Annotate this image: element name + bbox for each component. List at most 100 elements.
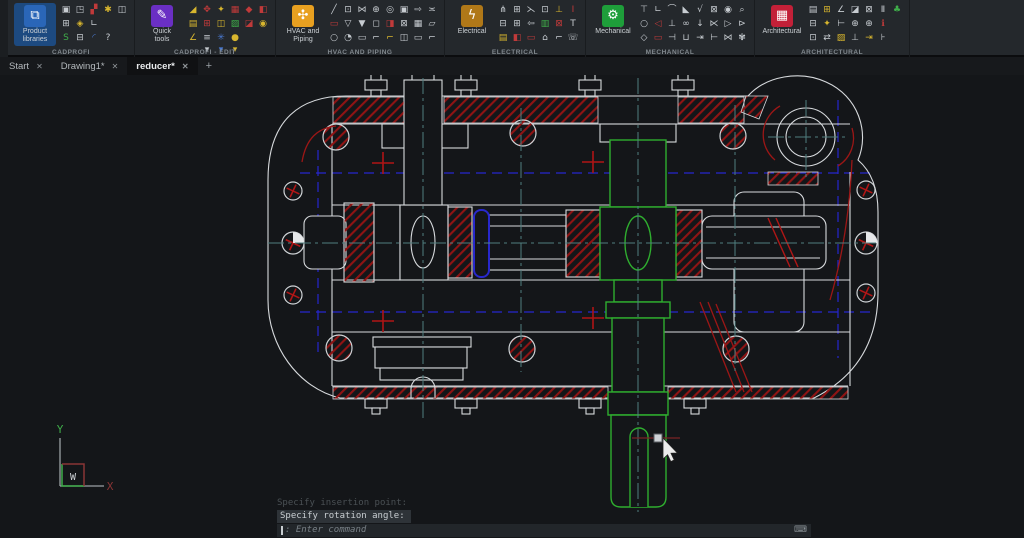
mechanical-tool-1-6[interactable]: ▷ [722, 18, 734, 30]
mechanical-tool-0-5[interactable]: ⊠ [708, 4, 720, 16]
cadprofi-tool-0-1[interactable]: ◳ [74, 4, 86, 16]
electrical-tool-0-5[interactable]: Ⅰ [567, 4, 579, 16]
electrical-tool-2-4[interactable]: ⌐ [553, 32, 565, 44]
architectural-tool-0-2[interactable]: ∠ [835, 4, 847, 16]
architectural-tool-2-0[interactable]: ⊡ [807, 32, 819, 44]
hvac-and-piping-tool-0-3[interactable]: ⊕ [370, 4, 382, 16]
mechanical-tool-2-4[interactable]: ⇥ [694, 32, 706, 44]
cadprofi-edit-tool-0-3[interactable]: ▦ [229, 4, 241, 16]
hvac-and-piping-tool-2-3[interactable]: ⌐ [370, 32, 382, 44]
electrical-tool-1-2[interactable]: ⇦ [525, 18, 537, 30]
architectural-tool-1-3[interactable]: ⊕ [849, 18, 861, 30]
hvac-and-piping-tool-1-0[interactable]: ▭ [328, 18, 340, 30]
mechanical-tool-2-6[interactable]: ⋈ [722, 32, 734, 44]
cadprofi-tool-1-1[interactable]: ◈ [74, 18, 86, 30]
cadprofi-edit-tool-0-5[interactable]: ◧ [257, 4, 269, 16]
electrical-tool-1-4[interactable]: ⊠ [553, 18, 565, 30]
grip-point[interactable] [654, 434, 662, 442]
architectural-tool-0-5[interactable]: Ⅱ [877, 4, 889, 16]
mechanical-tool-1-3[interactable]: ∞ [680, 18, 692, 30]
electrical-tool-0-4[interactable]: ⊥ [553, 4, 565, 16]
hvac-and-piping-tool-2-2[interactable]: ▭ [356, 32, 368, 44]
architectural-tool-2-1[interactable]: ⇄ [821, 32, 833, 44]
electrical-tool-2-3[interactable]: ⌂ [539, 32, 551, 44]
cadprofi-edit-tool-1-4[interactable]: ◪ [243, 18, 255, 30]
mechanical-tool-2-2[interactable]: ⊣ [666, 32, 678, 44]
hvac-and-piping-tool-0-2[interactable]: ⋈ [356, 4, 368, 16]
mechanical-tool-1-0[interactable]: ○ [638, 18, 650, 30]
architectural-tool-2-4[interactable]: ⇥ [863, 32, 875, 44]
tab-close-icon[interactable]: ✕ [182, 62, 189, 71]
hvac-and-piping-tool-0-4[interactable]: ◎ [384, 4, 396, 16]
cadprofi-edit-tool-0-0[interactable]: ◢ [187, 4, 199, 16]
tab-start[interactable]: Start✕ [0, 57, 52, 75]
cadprofi-tool-1-0[interactable]: ⊞ [60, 18, 72, 30]
electrical-tool-0-1[interactable]: ⊞ [511, 4, 523, 16]
hvac-and-piping-tool-2-7[interactable]: ⌐ [426, 32, 438, 44]
mechanical-tool-2-1[interactable]: ▭ [652, 32, 664, 44]
hvac-and-piping-tool-0-7[interactable]: ≍ [426, 4, 438, 16]
hvac-and-piping-tool-1-1[interactable]: ▽ [342, 18, 354, 30]
architectural-tool-0-4[interactable]: ⊠ [863, 4, 875, 16]
electrical-tool-2-5[interactable]: ☏ [567, 32, 579, 44]
cadprofi-edit-tool-0-4[interactable]: ◆ [243, 4, 255, 16]
cadprofi-tool-2-3[interactable]: ? [102, 32, 114, 44]
electrical-tool-0-2[interactable]: ⋋ [525, 4, 537, 16]
hvac-and-piping-tool-1-7[interactable]: ▱ [426, 18, 438, 30]
hvac-and-piping-tool-0-5[interactable]: ▣ [398, 4, 410, 16]
cadprofi-edit-tool-2-0[interactable]: ∠ [187, 32, 199, 44]
electrical-tool-1-3[interactable]: ▥ [539, 18, 551, 30]
tab-close-icon[interactable]: ✕ [36, 62, 43, 71]
architectural-tool-0-6[interactable]: ♣ [891, 4, 903, 16]
mechanical-tool-0-2[interactable]: ⌒ [666, 4, 678, 16]
mechanical-tool-1-5[interactable]: ⋉ [708, 18, 720, 30]
hvac-and-piping-tool-1-5[interactable]: ⊠ [398, 18, 410, 30]
architectural-tool-2-3[interactable]: ⊥ [849, 32, 861, 44]
cadprofi-tool-0-4[interactable]: ◫ [116, 4, 128, 16]
electrical-tool-1-1[interactable]: ⊞ [511, 18, 523, 30]
cadprofi-edit-tool-1-1[interactable]: ⊞ [201, 18, 213, 30]
electrical-button[interactable]: ϟElectrical [451, 3, 493, 38]
cadprofi-tool-2-2[interactable]: ◜ [88, 32, 100, 44]
mechanical-tool-0-4[interactable]: √ [694, 4, 706, 16]
hvac-and-piping-tool-2-6[interactable]: ▭ [412, 32, 424, 44]
cadprofi-edit-tool-1-0[interactable]: ▤ [187, 18, 199, 30]
architectural-tool-2-2[interactable]: ▨ [835, 32, 847, 44]
mechanical-tool-1-1[interactable]: ◁ [652, 18, 664, 30]
mechanical-button[interactable]: ⚙Mechanical [592, 3, 634, 38]
hvac-and-piping-tool-1-2[interactable]: ▼ [356, 18, 368, 30]
cadprofi-edit-tool-0-1[interactable]: ✥ [201, 4, 213, 16]
electrical-tool-1-5[interactable]: T [567, 18, 579, 30]
electrical-tool-0-3[interactable]: ⊡ [539, 4, 551, 16]
hvac-and-piping-tool-2-1[interactable]: ◔ [342, 32, 354, 44]
tab-drawing1[interactable]: Drawing1*✕ [52, 57, 128, 75]
command-input[interactable]: : Enter command ⌨ [277, 524, 811, 537]
drawing-canvas[interactable]: Y X W [0, 75, 1024, 538]
cadprofi-edit-tool-2-3[interactable]: ● ▾ [229, 32, 241, 44]
mechanical-tool-0-0[interactable]: ⊤ [638, 4, 650, 16]
tab-close-icon[interactable]: ✕ [112, 62, 119, 71]
hvac-and-piping-tool-2-5[interactable]: ◫ [398, 32, 410, 44]
mechanical-tool-1-4[interactable]: ↓ [694, 18, 706, 30]
electrical-tool-1-0[interactable]: ⊟ [497, 18, 509, 30]
mechanical-tool-0-7[interactable]: ⌕ [736, 4, 748, 16]
mechanical-tool-2-5[interactable]: ⊢ [708, 32, 720, 44]
electrical-tool-0-0[interactable]: ⋔ [497, 4, 509, 16]
architectural-tool-1-2[interactable]: ⊢ [835, 18, 847, 30]
architectural-tool-2-5[interactable]: ⊦ [877, 32, 889, 44]
architectural-tool-0-0[interactable]: ▤ [807, 4, 819, 16]
quick-tools-button[interactable]: ✎Quick tools [141, 3, 183, 46]
hvac-and-piping-tool-0-1[interactable]: ⊡ [342, 4, 354, 16]
cadprofi-tool-1-2[interactable]: ∟ [88, 18, 100, 30]
hvac-and-piping-tool-0-0[interactable]: ╱ [328, 4, 340, 16]
architectural-tool-1-4[interactable]: ⊕ [863, 18, 875, 30]
cadprofi-edit-tool-1-2[interactable]: ◫ [215, 18, 227, 30]
hvac-and-piping-tool-1-6[interactable]: ▦ [412, 18, 424, 30]
hvac-and-piping-tool-1-3[interactable]: ◻ [370, 18, 382, 30]
electrical-tool-2-2[interactable]: ▭ [525, 32, 537, 44]
mechanical-tool-0-1[interactable]: ∟ [652, 4, 664, 16]
cadprofi-edit-tool-1-5[interactable]: ◉ [257, 18, 269, 30]
architectural-button[interactable]: ▦Architectural [761, 3, 803, 38]
product-libraries-button[interactable]: ⧉Product libraries [14, 3, 56, 46]
new-tab-button[interactable]: + [198, 57, 220, 75]
